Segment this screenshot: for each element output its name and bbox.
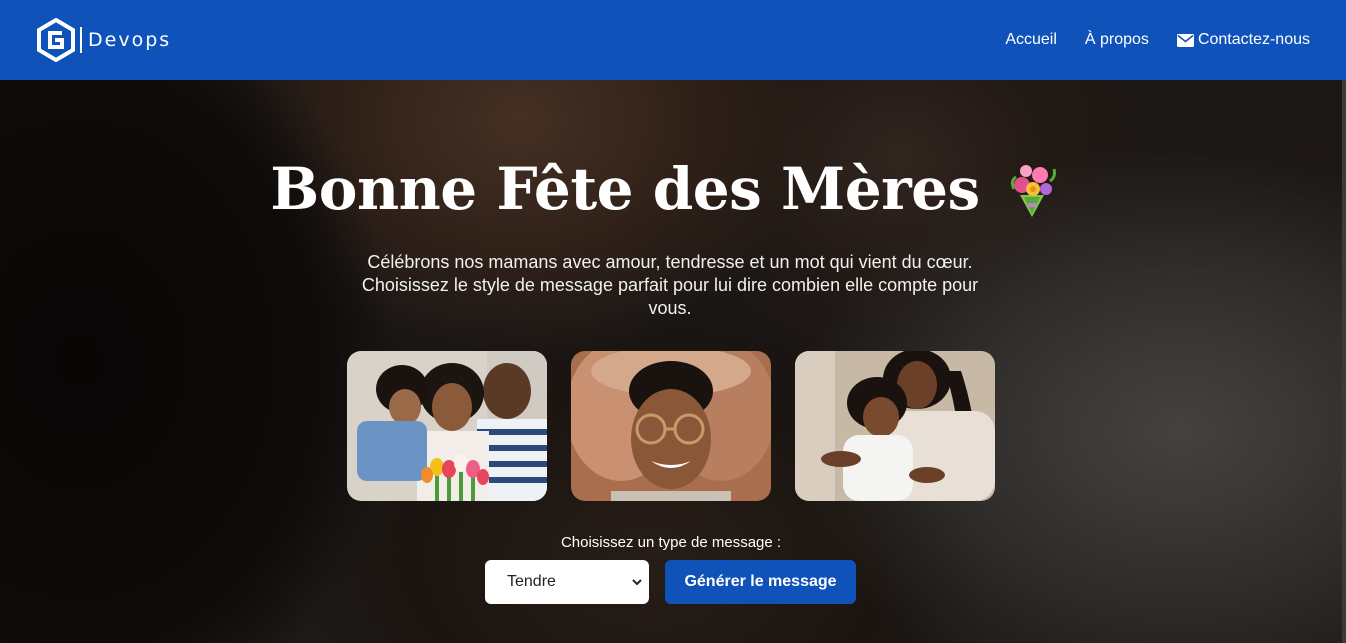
photo-gallery [347, 351, 995, 501]
title-row: Bonne Fête des Mères [0, 155, 1346, 223]
bouquet-icon [1010, 165, 1056, 217]
brand[interactable]: Devops [36, 18, 171, 62]
selected-type-value: Tendre [507, 573, 556, 590]
hero-section: Bonne Fête des Mères Célébrons nos maman… [0, 80, 1346, 643]
nav-link-label: À propos [1084, 31, 1149, 48]
brand-divider [80, 27, 82, 53]
message-type-select[interactable]: Tendre [485, 560, 649, 604]
mail-icon [1176, 33, 1194, 47]
message-type-label: Choisissez un type de message : [560, 534, 782, 551]
page-title: Bonne Fête des Mères [270, 155, 980, 223]
nav-link-label: Contactez-nous [1197, 31, 1310, 48]
nav-link-a-propos[interactable]: À propos [1085, 31, 1149, 49]
devops-logo-icon [37, 18, 75, 62]
family-with-tulips-photo [347, 351, 547, 501]
woman-heart-hands-photo [571, 351, 771, 501]
brand-name: Devops [88, 29, 172, 51]
nav-link-accueil[interactable]: Accueil [1005, 31, 1057, 49]
chevron-down-icon [632, 579, 642, 586]
message-form: Tendre Générer le message [485, 560, 856, 604]
generate-message-button[interactable]: Générer le message [665, 560, 856, 604]
nav-links: Accueil À propos Contactez-nous [1005, 31, 1310, 49]
nav-link-contact[interactable]: Contactez-nous [1176, 31, 1310, 49]
mother-child-hug-photo [795, 351, 995, 501]
nav-link-label: Accueil [1005, 31, 1057, 48]
navbar: Devops Accueil À propos Contactez-nous [0, 0, 1346, 80]
hero-subtitle: Célébrons nos mamans avec amour, tendres… [361, 252, 979, 318]
